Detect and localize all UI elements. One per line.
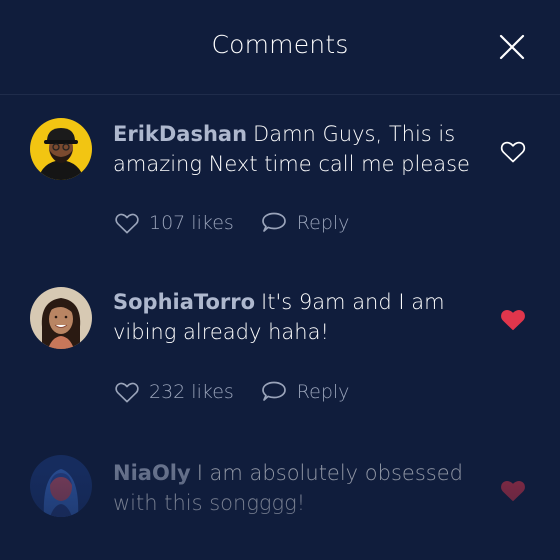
comment-text: NiaOly I am absolutely obsessed with this… — [113, 458, 483, 518]
comment-actions: 107 likes Reply — [114, 209, 349, 237]
likes-count: 232 likes — [149, 381, 234, 403]
heart-filled-icon — [501, 310, 525, 331]
woman-smiling-avatar — [30, 287, 92, 349]
likes-count-button[interactable]: 232 likes — [114, 381, 234, 404]
like-button[interactable] — [500, 140, 526, 164]
comment-text: ErikDashan Damn Guys, This is amazing Nex… — [113, 119, 483, 179]
avatar[interactable] — [30, 455, 92, 517]
username[interactable]: NiaOly — [113, 461, 191, 485]
reply-button[interactable]: Reply — [260, 211, 350, 235]
like-button[interactable] — [500, 479, 526, 503]
comments-screen: Comments ErikDashan Damn Guys, This is am… — [0, 0, 560, 560]
speech-bubble-icon — [261, 381, 286, 401]
reply-label: Reply — [296, 212, 350, 234]
woman-neon-avatar — [30, 455, 92, 517]
close-icon — [499, 34, 525, 60]
avatar[interactable] — [30, 118, 92, 180]
comment-text: SophiaTorro It's 9am and I am vibing alre… — [113, 287, 483, 347]
avatar[interactable] — [30, 287, 92, 349]
reply-label: Reply — [296, 381, 350, 403]
speech-bubble-icon — [261, 212, 286, 232]
heart-outline-icon — [115, 213, 139, 233]
username[interactable]: SophiaTorro — [113, 290, 255, 314]
heart-filled-icon — [501, 481, 525, 502]
man-with-cap-avatar — [30, 118, 92, 180]
comment-actions: 232 likes Reply — [114, 378, 349, 406]
close-button[interactable] — [495, 30, 529, 64]
like-button[interactable] — [500, 308, 526, 332]
likes-count: 107 likes — [149, 212, 234, 234]
username[interactable]: ErikDashan — [113, 122, 247, 146]
heart-outline-icon — [500, 141, 526, 163]
likes-count-button[interactable]: 107 likes — [114, 212, 234, 235]
reply-button[interactable]: Reply — [260, 380, 350, 404]
heart-outline-icon — [115, 382, 139, 402]
page-title: Comments — [211, 30, 349, 59]
comments-header: Comments — [0, 0, 560, 95]
